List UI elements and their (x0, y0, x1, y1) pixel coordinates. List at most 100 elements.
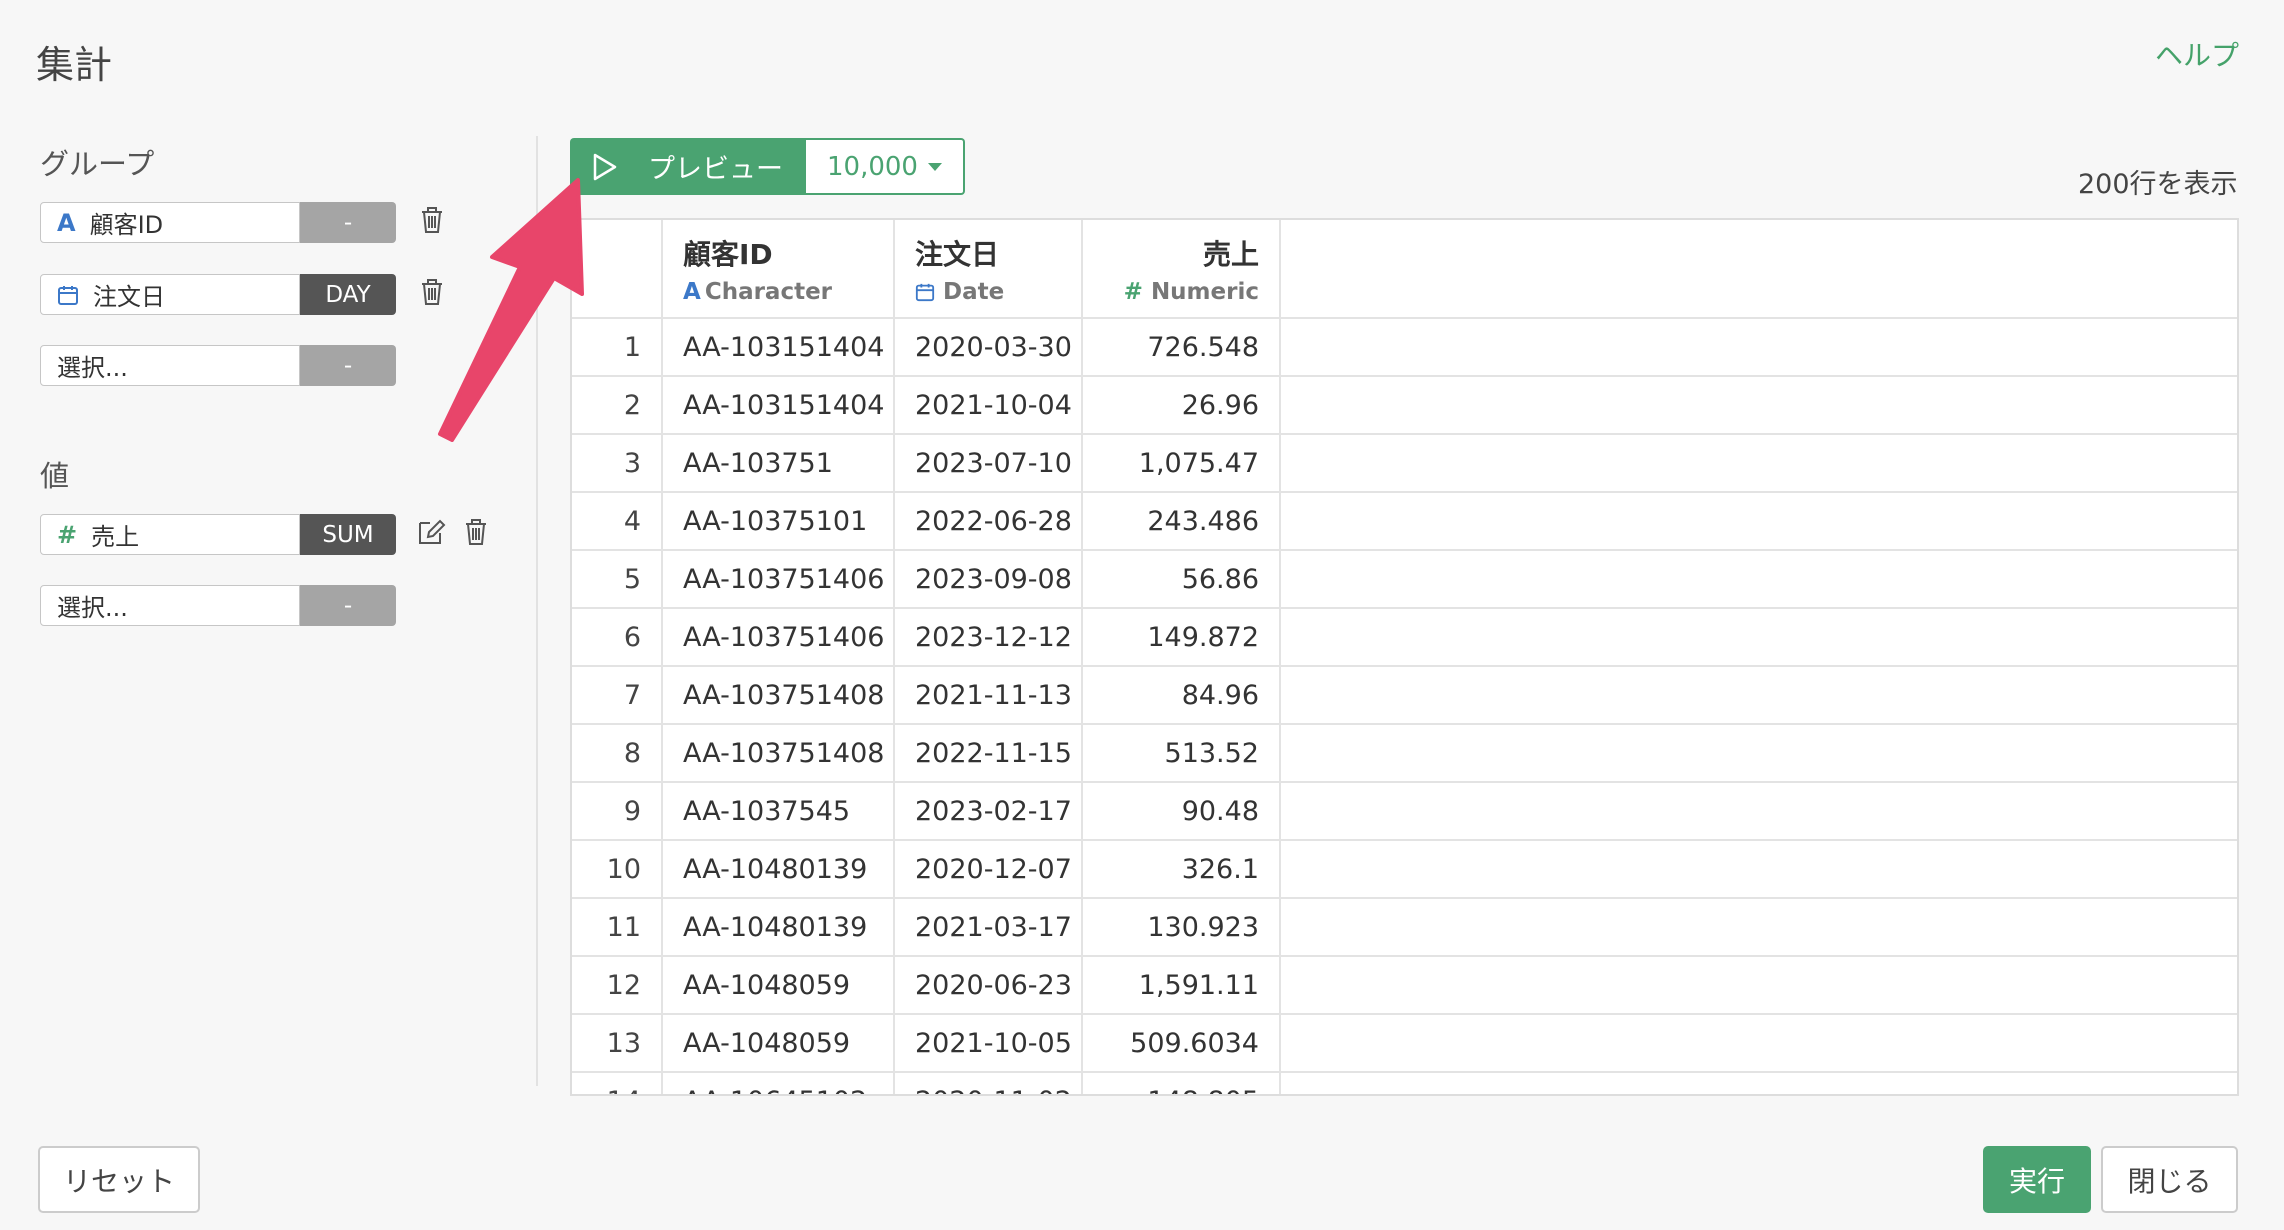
order-date-cell: 2020-11-02 (894, 1072, 1083, 1094)
value-column-select[interactable]: 選択... (40, 585, 300, 626)
value-field-row: 選択... - (40, 585, 396, 628)
sales-cell: 726.548 (1082, 318, 1281, 377)
reset-button[interactable]: リセット (38, 1146, 200, 1213)
numeric-icon: # (57, 520, 78, 549)
group-column-name: 顧客ID (89, 211, 164, 239)
help-link[interactable]: ヘルプ (2155, 34, 2239, 74)
order-date-cell: 2023-07-10 (894, 434, 1083, 493)
sales-cell: 148.805 (1082, 1072, 1281, 1094)
customer-id-cell: AA-1037545 (662, 782, 895, 841)
table-row: 13 AA-1048059 2021-10-05 509.6034 (572, 1014, 2237, 1073)
row-index: 6 (572, 608, 663, 667)
order-date-cell: 2022-06-28 (894, 492, 1083, 551)
empty-cell (1280, 782, 2237, 841)
row-index: 11 (572, 898, 663, 957)
group-function-select[interactable]: - (300, 345, 396, 386)
row-index: 7 (572, 666, 663, 725)
column-name: 注文日 (915, 237, 1000, 271)
group-column-select[interactable]: 選択... (40, 345, 300, 386)
row-limit-dropdown[interactable]: 10,000 (806, 138, 965, 195)
close-button[interactable]: 閉じる (2101, 1146, 2238, 1213)
row-index: 14 (572, 1072, 663, 1094)
table-header-row: 顧客ID A Character 注文日 Date 売上 # Numeric (572, 220, 2237, 319)
table-row: 9 AA-1037545 2023-02-17 90.48 (572, 782, 2237, 841)
run-button[interactable]: 実行 (1983, 1146, 2091, 1213)
table-row: 7 AA-103751408 2021-11-13 84.96 (572, 666, 2237, 725)
value-function-select[interactable]: SUM (300, 514, 396, 555)
order-date-cell: 2023-09-08 (894, 550, 1083, 609)
table-row: 8 AA-103751408 2022-11-15 513.52 (572, 724, 2237, 783)
calendar-icon (915, 283, 935, 301)
row-index: 13 (572, 1014, 663, 1073)
value-function-select[interactable]: - (300, 585, 396, 626)
rows-shown-text: 200行を表示 (2078, 169, 2238, 200)
order-date-cell: 2023-02-17 (894, 782, 1083, 841)
group-column-select[interactable]: A 顧客ID (40, 202, 300, 243)
edit-icon[interactable] (416, 515, 446, 547)
character-icon: A (683, 278, 701, 305)
preview-button[interactable]: プレビュー (570, 138, 806, 195)
customer-id-cell: AA-1048059 (662, 956, 895, 1015)
row-index: 10 (572, 840, 663, 899)
value-column-name: 売上 (91, 523, 140, 551)
column-name: 顧客ID (683, 237, 773, 271)
customer-id-cell: AA-103751406 (662, 608, 895, 667)
group-field-row: A 顧客ID - (40, 202, 396, 245)
sales-cell: 26.96 (1082, 376, 1281, 435)
character-icon: A (57, 208, 76, 237)
row-index: 9 (572, 782, 663, 841)
customer-id-cell: AA-10480139 (662, 898, 895, 957)
sales-cell: 1,075.47 (1082, 434, 1281, 493)
order-date-cell: 2020-03-30 (894, 318, 1083, 377)
sales-cell: 1,591.11 (1082, 956, 1281, 1015)
group-function-select[interactable]: - (300, 202, 396, 243)
customer-id-cell: AA-103151404 (662, 318, 895, 377)
sales-cell: 130.923 (1082, 898, 1281, 957)
column-header[interactable]: 売上 # Numeric (1082, 220, 1281, 319)
empty-cell (1280, 956, 2237, 1015)
empty-cell (1280, 1014, 2237, 1073)
empty-cell (1280, 434, 2237, 493)
customer-id-cell: AA-103751408 (662, 666, 895, 725)
table-row: 6 AA-103751406 2023-12-12 149.872 (572, 608, 2237, 667)
table-row: 12 AA-1048059 2020-06-23 1,591.11 (572, 956, 2237, 1015)
group-column-select[interactable]: 注文日 (40, 274, 300, 315)
sales-cell: 90.48 (1082, 782, 1281, 841)
customer-id-cell: AA-10645102 (662, 1072, 895, 1094)
sales-cell: 56.86 (1082, 550, 1281, 609)
dialog-title: 集計 (36, 43, 113, 87)
column-name: 売上 (1202, 237, 1259, 271)
empty-cell (1280, 1072, 2237, 1094)
row-limit-value: 10,000 (827, 151, 918, 182)
row-index: 3 (572, 434, 663, 493)
group-function-select[interactable]: DAY (300, 274, 396, 315)
preview-table[interactable]: 顧客ID A Character 注文日 Date 売上 # Numeric 1… (570, 218, 2239, 1096)
order-date-cell: 2021-10-04 (894, 376, 1083, 435)
group-column-name: 注文日 (93, 283, 165, 311)
column-header[interactable]: 注文日 Date (894, 220, 1083, 319)
preview-label: プレビュー (648, 154, 783, 185)
empty-cell (1280, 376, 2237, 435)
row-index: 8 (572, 724, 663, 783)
row-index: 12 (572, 956, 663, 1015)
column-header[interactable]: 顧客ID A Character (662, 220, 895, 319)
table-row: 10 AA-10480139 2020-12-07 326.1 (572, 840, 2237, 899)
empty-cell (1280, 724, 2237, 783)
group-field-row: 選択... - (40, 345, 396, 388)
empty-cell (1280, 550, 2237, 609)
chevron-down-icon (927, 162, 942, 171)
value-field-row: # 売上 SUM (40, 514, 396, 557)
empty-cell (1280, 666, 2237, 725)
table-row: 4 AA-10375101 2022-06-28 243.486 (572, 492, 2237, 551)
customer-id-cell: AA-103751406 (662, 550, 895, 609)
calendar-icon (58, 285, 78, 305)
select-placeholder: 選択... (57, 354, 128, 382)
values-section-label: 値 (40, 459, 70, 493)
numeric-icon: # (1123, 278, 1143, 305)
table-row: 11 AA-10480139 2021-03-17 130.923 (572, 898, 2237, 957)
table-row: 14AA-106451022020-11-02148.805 (572, 1072, 2237, 1094)
customer-id-cell: AA-103751408 (662, 724, 895, 783)
table-row: 2 AA-103151404 2021-10-04 26.96 (572, 376, 2237, 435)
value-column-select[interactable]: # 売上 (40, 514, 300, 555)
trash-icon[interactable] (461, 516, 491, 548)
